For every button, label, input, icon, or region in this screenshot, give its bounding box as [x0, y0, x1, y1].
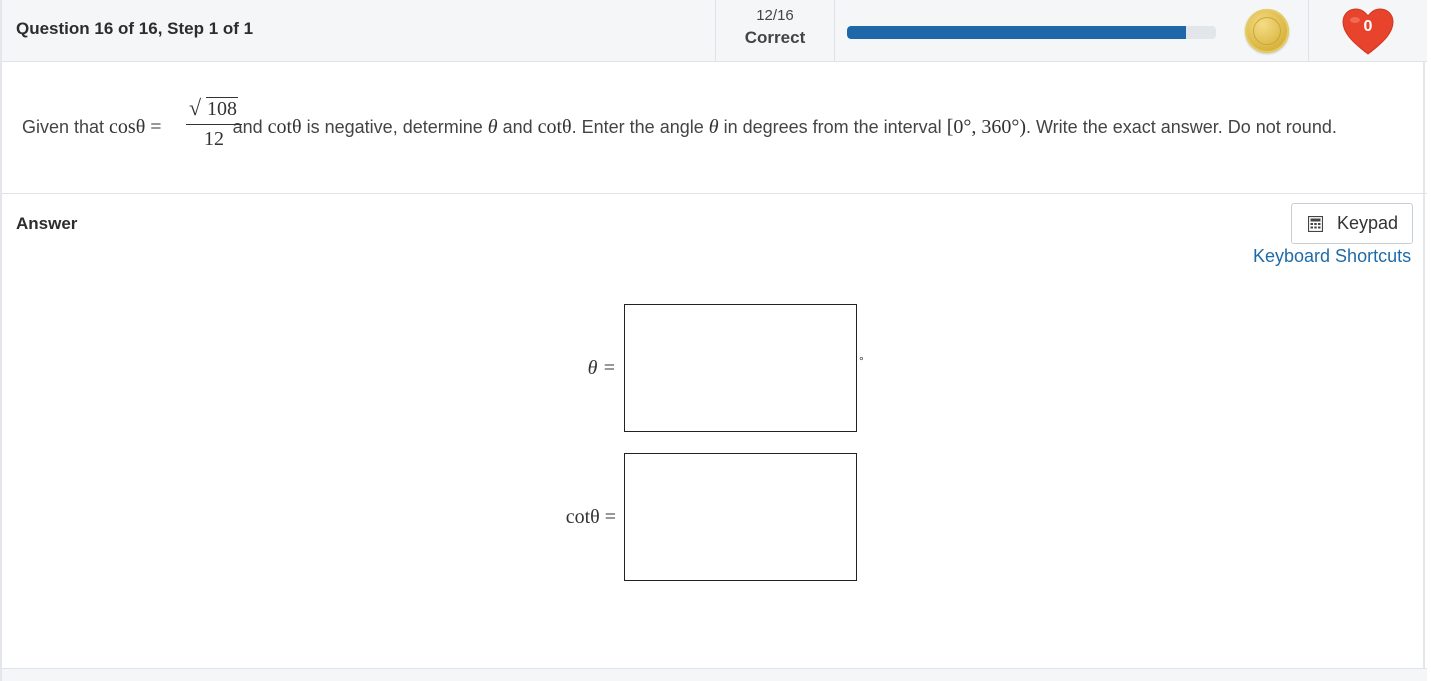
fraction-denominator: 12 — [204, 128, 224, 150]
score-label: Correct — [744, 28, 806, 47]
question-text-part: in degrees from the interval — [718, 117, 947, 137]
theta-symbol: θ — [708, 116, 719, 138]
question-page: Question 16 of 16, Step 1 of 1 12/16 Cor… — [0, 0, 1427, 681]
fraction-numerator: √ 108 — [186, 95, 242, 121]
degree-symbol: ° — [859, 354, 864, 368]
progress-bar — [847, 26, 1216, 39]
answer-label: Answer — [16, 214, 78, 233]
footer-divider — [2, 668, 1427, 681]
cos-expression: cosθ = — [109, 116, 162, 138]
interval-expression: [0°, 360°) — [946, 116, 1027, 138]
cot-equation-label: cotθ = — [496, 506, 616, 529]
radical-sign: √ — [189, 95, 202, 120]
keypad-button[interactable]: Keypad — [1291, 203, 1413, 244]
theta-input[interactable] — [624, 304, 857, 432]
question-text-part: and — [497, 117, 538, 137]
calculator-icon — [1308, 216, 1323, 232]
score-box: 12/16 Correct — [715, 0, 835, 62]
fraction-bar — [186, 124, 242, 125]
hearts-box: 0 — [1308, 0, 1427, 62]
theta-equation-label: θ = — [496, 357, 616, 380]
question-title: Question 16 of 16, Step 1 of 1 — [16, 19, 254, 38]
hearts-count: 0 — [1363, 18, 1373, 35]
keyboard-shortcuts-link[interactable]: Keyboard Shortcuts — [1253, 246, 1411, 267]
question-text-part: . Enter the angle — [571, 117, 709, 137]
fraction-radicand: 108 — [206, 97, 238, 120]
coin-icon[interactable] — [1245, 9, 1289, 53]
keypad-label: Keypad — [1337, 213, 1399, 233]
progress-fill — [847, 26, 1187, 39]
score-fraction: 12/16 — [756, 7, 794, 24]
cot-expression: cotθ — [537, 116, 572, 138]
question-text-part: . Write the exact answer. Do not round. — [1026, 117, 1337, 137]
cot-input[interactable] — [624, 453, 857, 581]
cot-expression: cotθ — [267, 116, 302, 138]
theta-symbol: θ — [487, 116, 498, 138]
question-text-part: is negative, determine — [301, 117, 488, 137]
cot-label: cotθ = — [565, 506, 616, 528]
coin-inner-ring — [1253, 17, 1281, 45]
theta-label: θ = — [587, 357, 616, 379]
question-header: Question 16 of 16, Step 1 of 1 12/16 Cor… — [2, 0, 1427, 62]
question-text-part: Given that — [22, 117, 110, 137]
